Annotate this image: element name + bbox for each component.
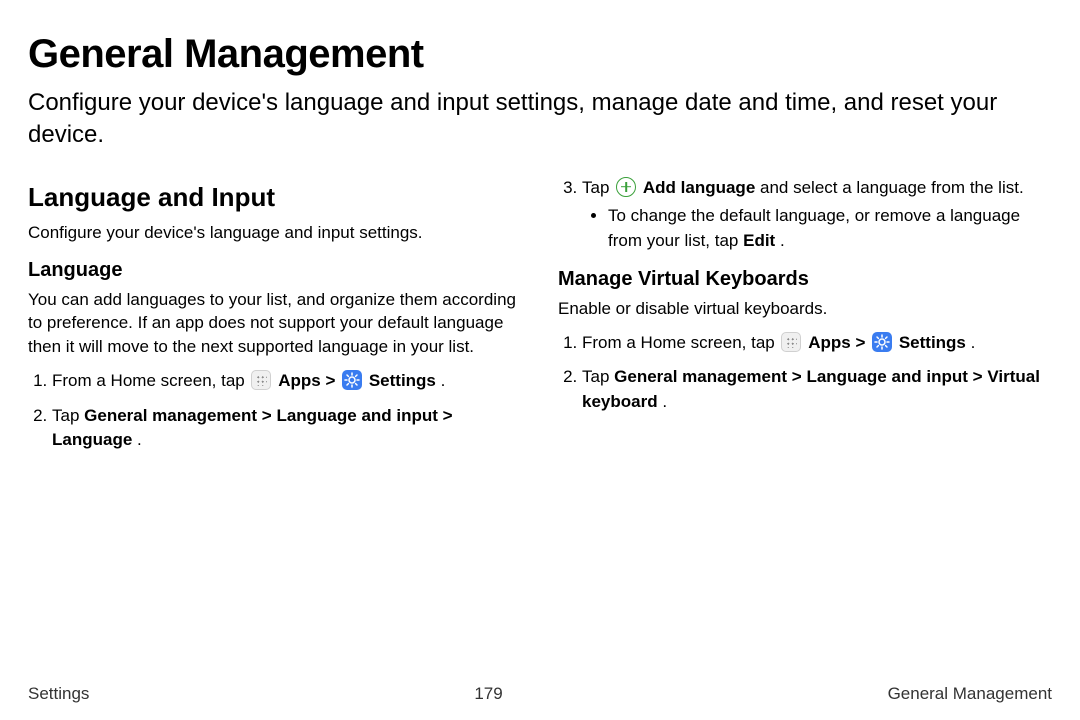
footer-right: General Management (888, 684, 1052, 704)
apps-label: Apps (808, 333, 851, 352)
list-item: From a Home screen, tap Apps > Settings … (52, 369, 518, 394)
list-item: To change the default language, or remov… (608, 204, 1048, 253)
step-text: . (441, 371, 446, 390)
separator: > (973, 367, 988, 386)
document-page: General Management Configure your device… (0, 0, 1080, 720)
bold-text: Language and input (806, 367, 968, 386)
settings-label: Settings (369, 371, 436, 390)
section-desc-language-input: Configure your device's language and inp… (28, 221, 518, 245)
section-heading-language-input: Language and Input (28, 182, 518, 213)
subsection-heading-keyboards: Manage Virtual Keyboards (558, 268, 1048, 291)
page-subtitle: Configure your device's language and inp… (28, 87, 1028, 152)
language-steps: From a Home screen, tap Apps > Settings … (28, 369, 518, 453)
step-text: . (971, 333, 976, 352)
settings-label: Settings (899, 333, 966, 352)
list-item: Tap Add language and select a language f… (582, 176, 1048, 254)
content-columns: Language and Input Configure your device… (28, 176, 1052, 463)
step-text: From a Home screen, tap (582, 333, 779, 352)
footer-page-number: 179 (474, 684, 502, 704)
language-steps-continued: Tap Add language and select a language f… (558, 176, 1048, 254)
keyboards-desc: Enable or disable virtual keyboards. (558, 297, 1048, 321)
subsection-heading-language: Language (28, 259, 518, 282)
footer-left: Settings (28, 684, 89, 704)
bullet-text: To change the default language, or remov… (608, 206, 1020, 250)
step-text: . (137, 430, 142, 449)
settings-icon (872, 332, 892, 352)
list-item: Tap General management > Language and in… (582, 365, 1048, 414)
apps-icon (251, 370, 271, 390)
bold-text: Language (52, 430, 132, 449)
bullet-text: . (780, 231, 785, 250)
step-text: . (662, 392, 667, 411)
apps-icon (781, 332, 801, 352)
list-item: Tap General management > Language and in… (52, 404, 518, 453)
left-column: Language and Input Configure your device… (28, 176, 518, 463)
step-text: and select a language from the list. (760, 178, 1024, 197)
plus-icon (616, 177, 636, 197)
separator: > (262, 406, 277, 425)
step-text: Tap (582, 367, 614, 386)
page-footer: Settings 179 General Management (28, 684, 1052, 704)
bold-text: General management (84, 406, 257, 425)
separator: > (792, 367, 807, 386)
language-desc: You can add languages to your list, and … (28, 288, 518, 359)
keyboards-steps: From a Home screen, tap Apps > Settings … (558, 331, 1048, 415)
list-item: From a Home screen, tap Apps > Settings … (582, 331, 1048, 356)
settings-icon (342, 370, 362, 390)
separator: > (325, 371, 340, 390)
apps-label: Apps (278, 371, 321, 390)
right-column: Tap Add language and select a language f… (558, 176, 1048, 463)
separator: > (443, 406, 453, 425)
bold-text: Language and input (276, 406, 438, 425)
sub-bullets: To change the default language, or remov… (582, 204, 1048, 253)
step-text: Tap (582, 178, 614, 197)
bold-text: General management (614, 367, 787, 386)
page-title: General Management (28, 32, 1052, 77)
step-text: From a Home screen, tap (52, 371, 249, 390)
separator: > (855, 333, 870, 352)
step-text: Tap (52, 406, 84, 425)
add-language-label: Add language (643, 178, 755, 197)
edit-label: Edit (743, 231, 775, 250)
